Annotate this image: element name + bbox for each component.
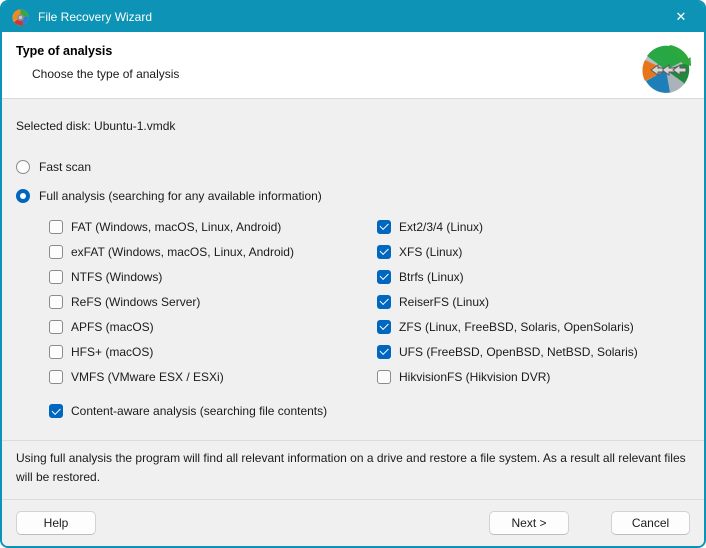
file-recovery-wizard-window: File Recovery Wizard ✕ Type of analysis … — [0, 0, 706, 548]
checkbox-label: ReFS (Windows Server) — [71, 295, 200, 309]
checkbox-label: NTFS (Windows) — [71, 270, 162, 284]
checkbox-icon — [49, 245, 63, 259]
checkbox-icon — [49, 404, 63, 418]
checkbox-icon — [49, 220, 63, 234]
checkbox-icon — [377, 270, 391, 284]
checkbox-label: UFS (FreeBSD, OpenBSD, NetBSD, Solaris) — [399, 345, 638, 359]
help-button[interactable]: Help — [16, 511, 96, 535]
filesystem-checkbox-row[interactable]: HFS+ (macOS) — [49, 345, 377, 359]
filesystem-checkbox-row[interactable]: exFAT (Windows, macOS, Linux, Android) — [49, 245, 377, 259]
radio-icon — [16, 189, 30, 203]
radio-label: Fast scan — [39, 160, 91, 174]
checkbox-icon — [49, 370, 63, 384]
wizard-header: Type of analysis Choose the type of anal… — [2, 32, 704, 99]
checkbox-label: Content-aware analysis (searching file c… — [71, 404, 327, 418]
analysis-description-text: Using full analysis the program will fin… — [16, 449, 690, 487]
filesystem-checkbox-row[interactable]: ZFS (Linux, FreeBSD, Solaris, OpenSolari… — [377, 320, 690, 334]
filesystem-checkbox-row[interactable]: APFS (macOS) — [49, 320, 377, 334]
window-title: File Recovery Wizard — [38, 10, 152, 24]
radio-fast-scan[interactable]: Fast scan — [16, 159, 690, 175]
filesystem-checkbox-row[interactable]: Btrfs (Linux) — [377, 270, 690, 284]
checkbox-icon — [49, 270, 63, 284]
filesystem-checkbox-row[interactable]: FAT (Windows, macOS, Linux, Android) — [49, 220, 377, 234]
checkbox-icon — [49, 295, 63, 309]
checkbox-label: exFAT (Windows, macOS, Linux, Android) — [71, 245, 294, 259]
filesystem-checkbox-row[interactable]: HikvisionFS (Hikvision DVR) — [377, 370, 690, 384]
close-button[interactable]: ✕ — [658, 2, 704, 32]
next-button[interactable]: Next > — [489, 511, 569, 535]
info-divider — [2, 440, 704, 441]
checkbox-icon — [377, 370, 391, 384]
checkbox-label: APFS (macOS) — [71, 320, 154, 334]
checkbox-label: ReiserFS (Linux) — [399, 295, 489, 309]
filesystem-checkbox-row[interactable]: XFS (Linux) — [377, 245, 690, 259]
checkbox-icon — [49, 320, 63, 334]
app-icon — [12, 9, 29, 26]
page-subtitle: Choose the type of analysis — [32, 67, 640, 81]
filesystem-checkbox-row[interactable]: ReiserFS (Linux) — [377, 295, 690, 309]
filesystem-checkbox-row[interactable]: UFS (FreeBSD, OpenBSD, NetBSD, Solaris) — [377, 345, 690, 359]
header-texts: Type of analysis Choose the type of anal… — [16, 42, 640, 81]
checkbox-icon — [377, 345, 391, 359]
footer-bar: Help Next > Cancel — [2, 499, 704, 546]
recovery-sphere-logo-icon — [640, 43, 692, 95]
checkbox-icon — [49, 345, 63, 359]
title-bar: File Recovery Wizard ✕ — [2, 2, 704, 32]
cancel-button[interactable]: Cancel — [611, 511, 690, 535]
radio-icon — [16, 160, 30, 174]
checkbox-label: HFS+ (macOS) — [71, 345, 153, 359]
selected-disk-label: Selected disk: Ubuntu-1.vmdk — [16, 119, 690, 133]
wizard-content: Selected disk: Ubuntu-1.vmdk Fast scan F… — [2, 99, 704, 499]
filesystem-checkbox-row[interactable]: Ext2/3/4 (Linux) — [377, 220, 690, 234]
filesystem-checkbox-row[interactable]: VMFS (VMware ESX / ESXi) — [49, 370, 377, 384]
radio-full-analysis[interactable]: Full analysis (searching for any availab… — [16, 188, 690, 204]
filesystem-checkbox-grid: FAT (Windows, macOS, Linux, Android) exF… — [49, 214, 690, 389]
checkbox-label: XFS (Linux) — [399, 245, 462, 259]
checkbox-label: VMFS (VMware ESX / ESXi) — [71, 370, 224, 384]
checkbox-label: HikvisionFS (Hikvision DVR) — [399, 370, 550, 384]
checkbox-icon — [377, 245, 391, 259]
checkbox-label: FAT (Windows, macOS, Linux, Android) — [71, 220, 281, 234]
content-aware-checkbox-row[interactable]: Content-aware analysis (searching file c… — [49, 403, 690, 419]
checkbox-label: Btrfs (Linux) — [399, 270, 464, 284]
radio-label: Full analysis (searching for any availab… — [39, 189, 322, 203]
close-icon: ✕ — [676, 9, 687, 25]
page-title: Type of analysis — [16, 42, 640, 58]
filesystem-checkbox-row[interactable]: ReFS (Windows Server) — [49, 295, 377, 309]
checkbox-label: Ext2/3/4 (Linux) — [399, 220, 483, 234]
checkbox-icon — [377, 320, 391, 334]
checkbox-icon — [377, 220, 391, 234]
checkbox-icon — [377, 295, 391, 309]
checkbox-label: ZFS (Linux, FreeBSD, Solaris, OpenSolari… — [399, 320, 634, 334]
filesystem-checkbox-row[interactable]: NTFS (Windows) — [49, 270, 377, 284]
